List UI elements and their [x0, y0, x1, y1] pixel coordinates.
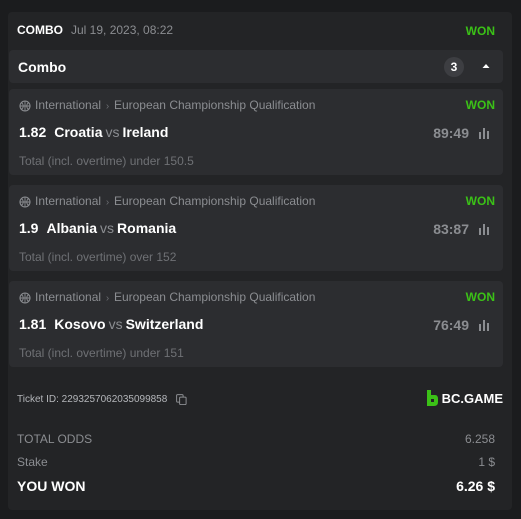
slip-header: COMBO Jul 19, 2023, 08:22 WON — [17, 23, 503, 43]
bet-league: International › European Championship Qu… — [19, 98, 315, 114]
bet-league: International › European Championship Qu… — [19, 290, 315, 306]
bet-match: 1.9 Albania vs Romania — [19, 220, 176, 236]
bc-game-logo — [426, 390, 438, 406]
combo-count-badge: 3 — [444, 57, 464, 77]
bet-item: International › European Championship Qu… — [9, 281, 503, 367]
stake-label: Stake — [17, 455, 48, 469]
bet-odds: 1.9 — [19, 220, 39, 236]
vs-label: vs — [108, 316, 123, 332]
match-score: 89:49 — [433, 125, 469, 141]
bet-odds: 1.81 — [19, 316, 47, 332]
home-team: Croatia — [54, 124, 103, 140]
bet-category: International — [35, 290, 102, 304]
bet-market: Total (incl. overtime) under 150.5 — [19, 154, 194, 168]
total-odds-value: 6.258 — [464, 432, 495, 446]
away-team: Romania — [117, 220, 177, 236]
bet-odds: 1.82 — [19, 124, 47, 140]
vs-label: vs — [105, 124, 120, 140]
ticket-id: 2293257062035099858 — [61, 394, 168, 406]
bet-match: 1.82 Croatia vs Ireland — [19, 124, 168, 140]
stats-icon[interactable] — [478, 127, 490, 139]
bet-tournament: European Championship Qualification — [113, 98, 316, 112]
bet-market: Total (incl. overtime) under 151 — [19, 346, 184, 360]
bet-status-badge: WON — [465, 98, 495, 112]
total-odds-label: TOTAL ODDS — [17, 432, 93, 446]
bet-slip-card: COMBO Jul 19, 2023, 08:22 WON Combo 3 In… — [8, 12, 512, 510]
basketball-icon — [19, 292, 31, 304]
total-odds-row: TOTAL ODDS 6.258 — [17, 432, 503, 450]
combo-label: Combo — [18, 59, 67, 75]
bet-market: Total (incl. overtime) over 152 — [19, 250, 177, 264]
slip-status-badge: WON — [465, 24, 495, 38]
bet-category: International — [35, 194, 102, 208]
away-team: Switzerland — [125, 316, 204, 332]
home-team: Albania — [46, 220, 98, 236]
combo-toggle-bar[interactable]: Combo 3 — [9, 50, 503, 83]
stats-icon[interactable] — [478, 223, 490, 235]
bet-type: COMBO — [17, 23, 63, 37]
bet-tournament: European Championship Qualification — [113, 290, 316, 304]
copy-icon[interactable] — [176, 394, 187, 405]
basketball-icon — [19, 196, 31, 208]
match-score: 76:49 — [433, 317, 469, 333]
chevron-right-icon: › — [103, 101, 112, 112]
bet-tournament: European Championship Qualification — [113, 194, 316, 208]
bet-status-badge: WON — [465, 290, 495, 304]
payout-value: 6.26 $ — [456, 478, 495, 494]
home-team: Kosovo — [54, 316, 106, 332]
brand-name: BC.GAME — [441, 390, 503, 406]
ticket-id-label: Ticket ID: — [17, 394, 59, 406]
stats-icon[interactable] — [478, 319, 490, 331]
stake-row: Stake 1 $ — [17, 455, 503, 473]
bet-date: Jul 19, 2023, 08:22 — [71, 23, 174, 37]
stake-value: 1 $ — [478, 455, 495, 469]
bet-league: International › European Championship Qu… — [19, 194, 315, 210]
basketball-icon — [19, 100, 31, 112]
vs-label: vs — [100, 220, 115, 236]
bet-item: International › European Championship Qu… — [9, 185, 503, 271]
payout-label: YOU WON — [17, 478, 86, 494]
chevron-right-icon: › — [103, 293, 112, 304]
away-team: Ireland — [122, 124, 169, 140]
chevron-up-icon[interactable] — [479, 59, 493, 73]
payout-row: YOU WON 6.26 $ — [17, 478, 503, 496]
ticket-id-row: Ticket ID: 2293257062035099858 — [17, 394, 187, 405]
brand-logo: BC.GAME — [425, 389, 503, 409]
bet-category: International — [35, 98, 102, 112]
match-score: 83:87 — [433, 221, 469, 237]
bet-item: International › European Championship Qu… — [9, 89, 503, 175]
bet-match: 1.81 Kosovo vs Switzerland — [19, 316, 203, 332]
chevron-right-icon: › — [103, 197, 112, 208]
bet-status-badge: WON — [465, 194, 495, 208]
